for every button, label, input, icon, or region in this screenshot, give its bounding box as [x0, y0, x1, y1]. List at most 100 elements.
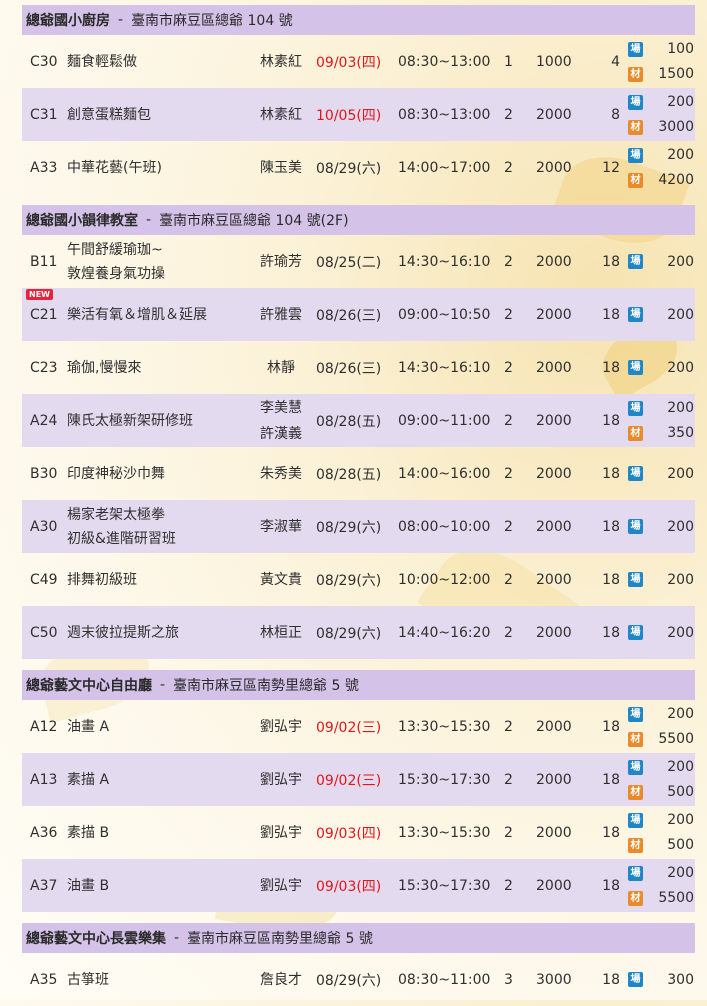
- teacher-name: 劉弘宇: [256, 820, 306, 846]
- course-weeks: 2: [504, 359, 513, 376]
- teacher-name: 朱秀美: [256, 461, 306, 487]
- course-weeks: 3: [504, 971, 513, 988]
- course-capacity: 18: [602, 824, 620, 841]
- course-name: 中華花藝(午班): [67, 156, 162, 180]
- material-fee-icon: 材: [628, 425, 643, 441]
- teacher-name-line: 劉弘宇: [260, 771, 302, 788]
- venue-fee-icon: 場: [628, 865, 643, 881]
- venue-fee-value: 200: [667, 812, 694, 828]
- course-row: A37 油畫 B 劉弘宇 09/03(四) 15:30~17:30 2 2000 18 場 200…: [22, 859, 695, 912]
- teacher-name: 林靜: [256, 355, 306, 381]
- course-name-line: 素描 A: [67, 771, 110, 788]
- venue-fee: 場 200: [628, 143, 694, 168]
- material-fee-value: 3000: [658, 119, 694, 135]
- course-capacity: 18: [602, 718, 620, 735]
- extra-fees: 場 200: [628, 461, 694, 486]
- course-row: A30 楊家老架太極拳 初級&進階研習班 李淑華 08/29(六) 08:00~10:00…: [22, 500, 695, 553]
- material-fee: 材 3000: [628, 115, 694, 140]
- course-name: 樂活有氧＆增肌＆延展: [67, 303, 207, 327]
- course-fee: 2000: [536, 877, 572, 894]
- teacher-name-line: 李美慧: [260, 399, 302, 416]
- venue-fee-icon: 場: [628, 147, 643, 163]
- course-capacity: 18: [602, 359, 620, 376]
- course-name: 週末彼拉提斯之旅: [67, 621, 179, 645]
- material-fee-value: 500: [667, 784, 694, 800]
- section-name: 總爺國小韻律教室: [26, 213, 138, 229]
- course-code: C31: [30, 106, 58, 123]
- teacher-name-line: 林素紅: [260, 53, 302, 70]
- section-address: 臺南市麻豆區總爺 104 號: [131, 13, 293, 29]
- teacher-name-line: 黃文貴: [260, 571, 302, 588]
- course-time: 09:00~11:00: [398, 412, 491, 429]
- section-address: 臺南市麻豆區南勢里總爺 5 號: [173, 678, 359, 694]
- course-weeks: 1: [504, 53, 513, 70]
- course-code: B30: [30, 465, 58, 482]
- venue-fee: 場 200: [628, 461, 694, 486]
- extra-fees: 場 200 材 500: [628, 755, 694, 805]
- course-date: 08/26(三): [316, 307, 382, 324]
- course-capacity: 8: [611, 106, 620, 123]
- course-weeks: 2: [504, 624, 513, 641]
- course-time: 13:30~15:30: [398, 718, 491, 735]
- course-code: C21: [30, 306, 58, 323]
- course-weeks: 2: [504, 159, 513, 176]
- course-code: B11: [30, 253, 58, 270]
- course-time: 13:30~15:30: [398, 824, 491, 841]
- course-weeks: 2: [504, 771, 513, 788]
- course-row: A36 素描 B 劉弘宇 09/03(四) 13:30~15:30 2 2000 18 場 200…: [22, 806, 695, 859]
- course-capacity: 18: [602, 306, 620, 323]
- material-fee-value: 500: [667, 837, 694, 853]
- material-fee-value: 5500: [658, 731, 694, 747]
- course-capacity: 18: [602, 971, 620, 988]
- venue-fee-value: 200: [667, 253, 694, 270]
- venue-fee: 場 200: [628, 396, 694, 421]
- venue-fee-value: 100: [667, 41, 694, 57]
- course-fee: 2000: [536, 718, 572, 735]
- course-date: 08/29(六): [316, 160, 382, 177]
- course-code: A35: [30, 971, 58, 988]
- teacher-name: 詹良才: [256, 967, 306, 993]
- course-name-line: 油畫 A: [67, 718, 110, 735]
- teacher-name-line: 劉弘宇: [260, 877, 302, 894]
- venue-fee-value: 200: [667, 865, 694, 881]
- course-code: A36: [30, 824, 58, 841]
- course-capacity: 18: [602, 518, 620, 535]
- venue-fee-value: 200: [667, 706, 694, 722]
- course-name-line: 古箏班: [67, 971, 109, 988]
- teacher-name-line: 林素紅: [260, 106, 302, 123]
- teacher-name-line: 劉弘宇: [260, 718, 302, 735]
- course-row: B11 午間舒緩瑜珈~ 敦煌養身氣功操 許瑜芳 08/25(二) 14:30~16:10 2…: [22, 235, 695, 288]
- extra-fees: 場 200: [628, 249, 694, 274]
- material-fee: 材 5500: [628, 886, 694, 911]
- teacher-name: 林素紅: [256, 102, 306, 128]
- material-fee: 材 500: [628, 780, 694, 805]
- course-fee: 2000: [536, 771, 572, 788]
- course-weeks: 2: [504, 306, 513, 323]
- material-fee: 材 350: [628, 421, 694, 446]
- course-date: 08/28(五): [316, 413, 382, 430]
- venue-fee: 場 200: [628, 808, 694, 833]
- course-weeks: 2: [504, 877, 513, 894]
- teacher-name-line: 許雅雲: [260, 306, 302, 323]
- venue-fee-icon: 場: [628, 625, 643, 640]
- material-fee-icon: 材: [628, 731, 643, 747]
- material-fee: 材 1500: [628, 62, 694, 87]
- course-name: 古箏班: [67, 968, 109, 992]
- course-name-line: 初級&進階研習班: [67, 530, 176, 547]
- course-name-line: 素描 B: [67, 824, 110, 841]
- course-fee: 2000: [536, 412, 572, 429]
- course-fee: 2000: [536, 571, 572, 588]
- teacher-name: 林桓正: [256, 620, 306, 646]
- course-capacity: 18: [602, 771, 620, 788]
- teacher-name: 劉弘宇: [256, 767, 306, 793]
- new-badge: NEW: [26, 289, 53, 300]
- venue-fee-value: 200: [667, 306, 694, 323]
- extra-fees: 場 200: [628, 567, 694, 592]
- venue-fee: 場 200: [628, 702, 694, 727]
- course-row: A35 古箏班 詹良才 08/29(六) 08:30~11:00 3 3000 18 場 300: [22, 953, 695, 1006]
- material-fee-icon: 材: [628, 837, 643, 853]
- venue-fee-value: 200: [667, 571, 694, 588]
- extra-fees: 場 200 材 3000: [628, 90, 694, 140]
- venue-fee-icon: 場: [628, 360, 643, 375]
- venue-fee-icon: 場: [628, 307, 643, 322]
